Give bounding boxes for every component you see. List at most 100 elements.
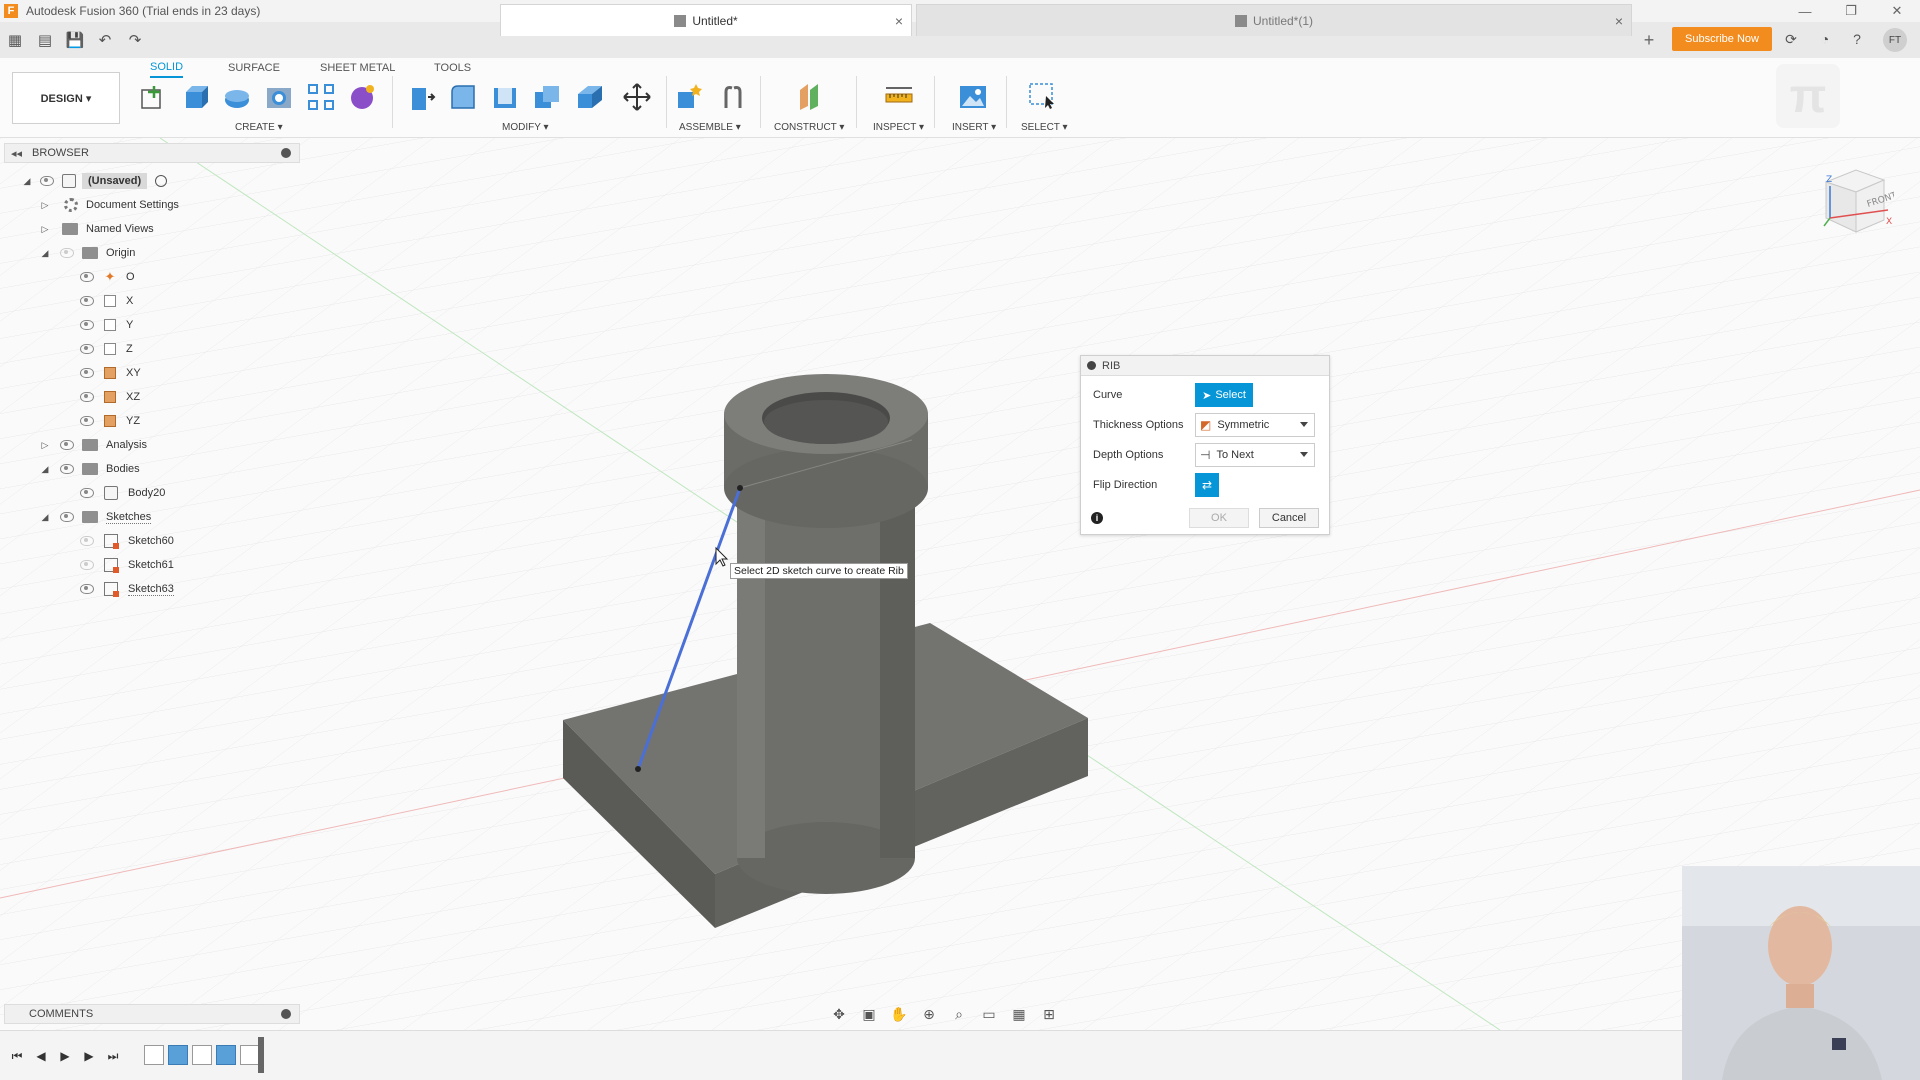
subscribe-button[interactable]: Subscribe Now bbox=[1672, 27, 1772, 51]
extrude-button[interactable] bbox=[178, 80, 212, 114]
sketch-point[interactable] bbox=[737, 485, 743, 491]
visibility-eye-icon[interactable] bbox=[80, 344, 94, 354]
apps-grid-icon[interactable]: ▦ bbox=[0, 22, 30, 58]
visibility-eye-icon[interactable] bbox=[60, 464, 74, 474]
tree-item-named-views[interactable]: ▷ Named Views bbox=[40, 218, 154, 240]
rib-dialog-header[interactable]: RIB bbox=[1081, 356, 1329, 376]
tab-surface[interactable]: SURFACE bbox=[228, 58, 280, 78]
close-tab-icon[interactable]: × bbox=[895, 13, 903, 29]
tree-item-origin-point[interactable]: ✦ O bbox=[80, 266, 135, 288]
pin-panel-icon[interactable] bbox=[281, 148, 291, 158]
pattern-button[interactable] bbox=[304, 80, 338, 114]
thickness-options-dropdown[interactable]: ◩ Symmetric bbox=[1195, 413, 1315, 437]
measure-button[interactable] bbox=[882, 80, 916, 114]
tree-item-body20[interactable]: Body20 bbox=[80, 482, 165, 504]
save-icon[interactable]: 💾 bbox=[60, 22, 90, 58]
modify-menu[interactable]: MODIFY ▾ bbox=[502, 122, 549, 133]
visibility-eye-icon[interactable] bbox=[60, 248, 74, 258]
tree-item-bodies[interactable]: ◢ Bodies bbox=[40, 458, 140, 480]
tree-item-y-axis[interactable]: Y bbox=[80, 314, 133, 336]
visibility-eye-icon[interactable] bbox=[80, 488, 94, 498]
minimize-dialog-icon[interactable] bbox=[1087, 361, 1096, 370]
user-avatar[interactable]: FT bbox=[1883, 28, 1907, 52]
timeline-feature-extrude[interactable] bbox=[168, 1045, 188, 1065]
add-comment-icon[interactable] bbox=[281, 1009, 291, 1019]
document-tab-inactive[interactable]: Untitled*(1) × bbox=[916, 4, 1632, 36]
pan-icon[interactable]: ✋ bbox=[886, 1003, 912, 1025]
visibility-eye-icon[interactable] bbox=[80, 560, 94, 570]
create-sketch-button[interactable] bbox=[136, 80, 170, 114]
curve-select-button[interactable]: ➤ Select bbox=[1195, 383, 1253, 407]
visibility-eye-icon[interactable] bbox=[80, 272, 94, 282]
tree-item-document-settings[interactable]: ▷ Document Settings bbox=[40, 194, 179, 216]
insert-image-button[interactable] bbox=[956, 80, 990, 114]
collapse-browser-icon[interactable]: ◂◂ bbox=[11, 147, 22, 160]
activate-radio-icon[interactable] bbox=[155, 175, 168, 187]
ok-button[interactable]: OK bbox=[1189, 508, 1249, 528]
tab-sheet-metal[interactable]: SHEET METAL bbox=[320, 58, 395, 78]
sketch-point[interactable] bbox=[635, 766, 641, 772]
visibility-eye-icon[interactable] bbox=[80, 584, 94, 594]
timeline-marker[interactable] bbox=[258, 1037, 264, 1073]
collapse-triangle-icon[interactable]: ◢ bbox=[40, 464, 50, 474]
assemble-menu[interactable]: ASSEMBLE ▾ bbox=[679, 122, 741, 133]
combine-button[interactable] bbox=[530, 80, 564, 114]
tree-item-z-axis[interactable]: Z bbox=[80, 338, 133, 360]
construct-menu[interactable]: CONSTRUCT ▾ bbox=[774, 122, 844, 133]
help-icon[interactable]: ? bbox=[1846, 28, 1868, 50]
document-tab-active[interactable]: Untitled* × bbox=[500, 4, 912, 36]
tree-item-xy-plane[interactable]: XY bbox=[80, 362, 141, 384]
expand-triangle-icon[interactable]: ▷ bbox=[40, 224, 50, 234]
tree-item-x-axis[interactable]: X bbox=[80, 290, 133, 312]
orbit-icon[interactable]: ✥ bbox=[826, 1003, 852, 1025]
tree-item-origin[interactable]: ◢ Origin bbox=[40, 242, 135, 264]
hole-button[interactable] bbox=[262, 80, 296, 114]
grid-settings-icon[interactable]: ▦ bbox=[1006, 1003, 1032, 1025]
look-at-icon[interactable]: ▣ bbox=[856, 1003, 882, 1025]
undo-icon[interactable]: ↶ bbox=[90, 22, 120, 58]
insert-menu[interactable]: INSERT ▾ bbox=[952, 122, 996, 133]
shell-button[interactable] bbox=[488, 80, 522, 114]
workspace-design-button[interactable]: DESIGN ▾ bbox=[12, 72, 120, 124]
tree-item-sketch63[interactable]: Sketch63 bbox=[80, 578, 174, 600]
inspect-menu[interactable]: INSPECT ▾ bbox=[873, 122, 924, 133]
cancel-button[interactable]: Cancel bbox=[1259, 508, 1319, 528]
tree-item-analysis[interactable]: ▷ Analysis bbox=[40, 434, 147, 456]
move-copy-button[interactable] bbox=[620, 80, 654, 114]
close-window-button[interactable]: ✕ bbox=[1874, 0, 1920, 22]
tab-solid[interactable]: SOLID bbox=[150, 58, 184, 78]
offset-face-button[interactable] bbox=[572, 80, 606, 114]
visibility-eye-icon[interactable] bbox=[80, 416, 94, 426]
visibility-eye-icon[interactable] bbox=[80, 392, 94, 402]
comments-panel[interactable]: COMMENTS bbox=[4, 1004, 300, 1024]
browser-header[interactable]: ◂◂ BROWSER bbox=[4, 143, 300, 163]
redo-icon[interactable]: ↷ bbox=[120, 22, 150, 58]
offset-plane-button[interactable] bbox=[792, 80, 826, 114]
tree-item-sketch60[interactable]: Sketch60 bbox=[80, 530, 174, 552]
fit-icon[interactable]: ⌕ bbox=[946, 1003, 972, 1025]
new-tab-button[interactable]: + bbox=[1636, 28, 1662, 52]
revolve-button[interactable] bbox=[220, 80, 254, 114]
visibility-eye-icon[interactable] bbox=[80, 296, 94, 306]
file-menu-icon[interactable]: ▤ bbox=[30, 22, 60, 58]
timeline-feature-sketch[interactable] bbox=[192, 1045, 212, 1065]
close-tab-icon[interactable]: × bbox=[1615, 13, 1623, 29]
visibility-eye-icon[interactable] bbox=[60, 440, 74, 450]
expand-triangle-icon[interactable]: ▷ bbox=[40, 200, 50, 210]
play-icon[interactable]: ▶ bbox=[56, 1047, 74, 1065]
minimize-button[interactable]: — bbox=[1782, 0, 1828, 22]
visibility-eye-icon[interactable] bbox=[80, 368, 94, 378]
notifications-icon[interactable]: ◔ bbox=[1814, 28, 1836, 50]
fillet-button[interactable] bbox=[446, 80, 480, 114]
viewports-icon[interactable]: ⊞ bbox=[1036, 1003, 1062, 1025]
create-menu[interactable]: CREATE ▾ bbox=[235, 122, 283, 133]
create-form-button[interactable] bbox=[346, 80, 380, 114]
tree-root[interactable]: ◢ (Unsaved) bbox=[22, 170, 168, 192]
visibility-eye-icon[interactable] bbox=[80, 536, 94, 546]
expand-triangle-icon[interactable]: ▷ bbox=[40, 440, 50, 450]
timeline-feature-sketch[interactable] bbox=[144, 1045, 164, 1065]
tab-tools[interactable]: TOOLS bbox=[434, 58, 471, 78]
select-button[interactable] bbox=[1026, 80, 1060, 114]
tree-item-sketches[interactable]: ◢ Sketches bbox=[40, 506, 152, 528]
depth-options-dropdown[interactable]: ⊣ To Next bbox=[1195, 443, 1315, 467]
